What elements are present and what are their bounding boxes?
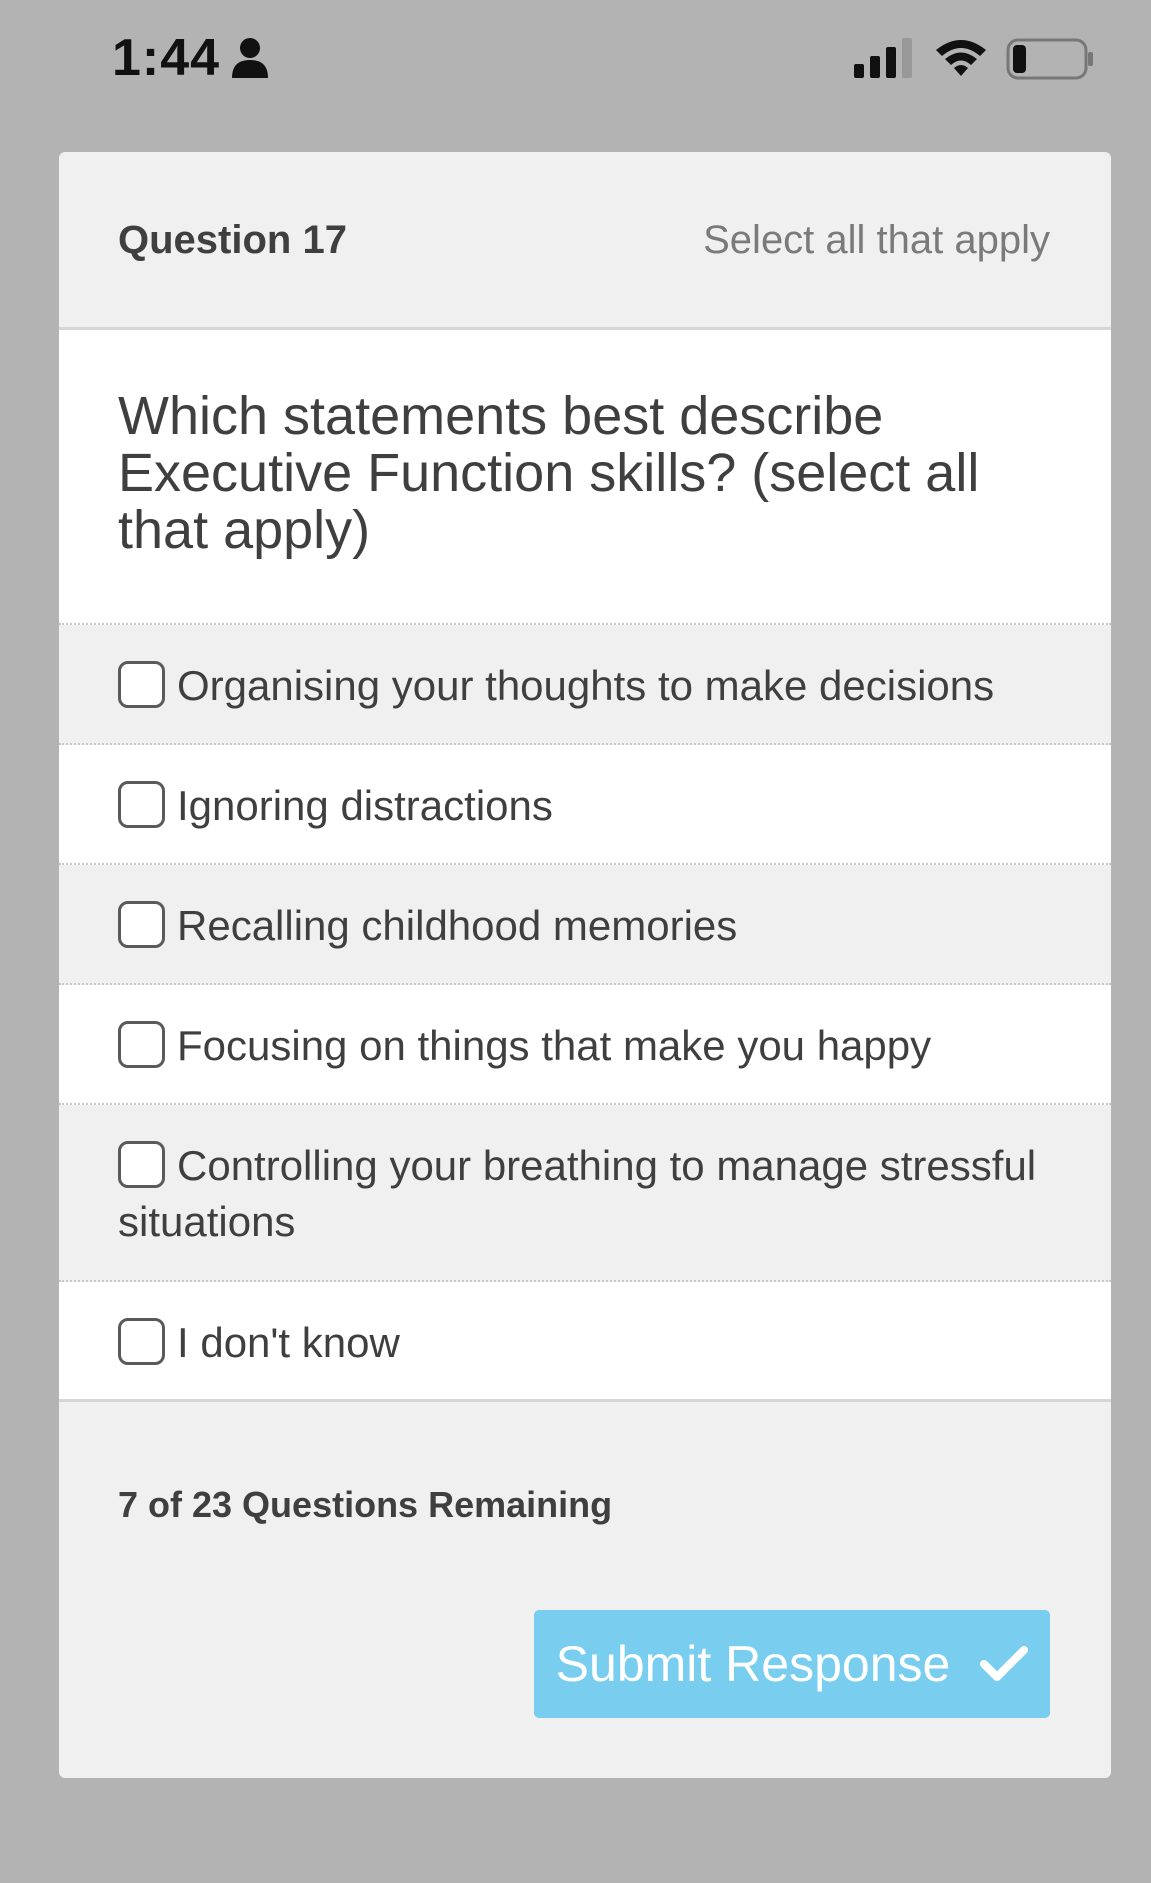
question-number: Question 17 (118, 218, 347, 262)
submit-label: Submit Response (555, 1636, 951, 1692)
checkbox[interactable] (118, 1021, 165, 1068)
option-item[interactable]: Ignoring distractions (59, 745, 1111, 865)
option-item[interactable]: Focusing on things that make you happy (59, 985, 1111, 1105)
option-item[interactable]: I don't know (59, 1282, 1111, 1402)
option-label: Recalling childhood memories (177, 902, 738, 949)
option-label: Controlling your breathing to manage str… (118, 1142, 1037, 1245)
status-bar: 1:44 (0, 0, 1151, 120)
battery-icon (1006, 38, 1093, 80)
question-header: Question 17 Select all that apply (59, 152, 1111, 330)
checkbox[interactable] (118, 1141, 165, 1188)
option-item[interactable]: Controlling your breathing to manage str… (59, 1105, 1111, 1282)
option-label: Focusing on things that make you happy (177, 1022, 932, 1069)
options-list: Organising your thoughts to make decisio… (59, 625, 1111, 1402)
checkbox[interactable] (118, 781, 165, 828)
checkmark-icon (980, 1646, 1029, 1681)
option-item[interactable]: Organising your thoughts to make decisio… (59, 625, 1111, 745)
option-label: Organising your thoughts to make decisio… (177, 662, 995, 709)
wifi-icon (936, 40, 986, 76)
checkbox[interactable] (118, 901, 165, 948)
checkbox[interactable] (118, 661, 165, 708)
option-label: I don't know (177, 1319, 400, 1366)
option-item[interactable]: Recalling childhood memories (59, 865, 1111, 985)
checkbox[interactable] (118, 1318, 165, 1365)
questions-remaining: 7 of 23 Questions Remaining (118, 1484, 613, 1525)
person-icon (232, 38, 268, 78)
question-card: Question 17 Select all that apply Which … (59, 152, 1111, 1778)
question-body: Which statements best describe Executive… (59, 330, 1111, 625)
select-hint: Select all that apply (703, 218, 1050, 262)
cellular-signal-icon (854, 38, 912, 78)
status-time: 1:44 (112, 29, 221, 87)
question-text: Which statements best describe Executive… (118, 386, 980, 560)
submit-response-button[interactable]: Submit Response (534, 1610, 1050, 1718)
option-label: Ignoring distractions (177, 782, 553, 829)
